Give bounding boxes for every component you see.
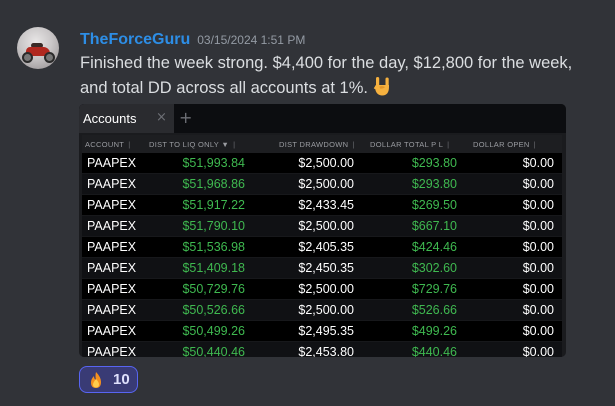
dollar-total-pl-cell: $440.46 bbox=[362, 341, 465, 357]
dist-to-liq-cell: $51,536.98 bbox=[146, 236, 253, 258]
column-header-account[interactable]: ACCOUNT | bbox=[82, 135, 146, 153]
message-content: Finished the week strong. $4,400 for the… bbox=[80, 51, 600, 104]
dist-drawdown-cell: $2,433.45 bbox=[253, 194, 362, 216]
column-header-dollar-open[interactable]: DOLLAR OPEN | bbox=[465, 135, 562, 153]
dollar-total-pl-cell: $293.80 bbox=[362, 153, 465, 174]
table-row[interactable]: PAAPEX $51,536.98 $2,405.35 $424.46 $0.00 bbox=[82, 236, 562, 258]
table-row[interactable]: PAAPEX $51,409.18 $2,450.35 $302.60 $0.00 bbox=[82, 257, 562, 279]
dist-drawdown-cell: $2,405.35 bbox=[253, 236, 362, 258]
table-row[interactable]: PAAPEX $50,440.46 $2,453.80 $440.46 $0.00 bbox=[82, 341, 562, 357]
dollar-open-cell: $0.00 bbox=[465, 341, 562, 357]
dollar-open-cell: $0.00 bbox=[465, 278, 562, 300]
dollar-total-pl-cell: $302.60 bbox=[362, 257, 465, 279]
dist-drawdown-cell: $2,500.00 bbox=[253, 299, 362, 321]
dist-to-liq-cell: $50,499.26 bbox=[146, 320, 253, 342]
table-row[interactable]: PAAPEX $50,499.26 $2,495.35 $499.26 $0.00 bbox=[82, 320, 562, 342]
dollar-open-cell: $0.00 bbox=[465, 153, 562, 174]
dist-drawdown-cell: $2,453.80 bbox=[253, 341, 362, 357]
fire-reaction-button[interactable]: 10 bbox=[79, 366, 138, 393]
dollar-open-cell: $0.00 bbox=[465, 236, 562, 258]
message-text: Finished the week strong. $4,400 for the… bbox=[80, 54, 573, 97]
account-cell: PAAPEX bbox=[82, 153, 146, 174]
accounts-panel: Accounts × + ACCOUNT | DIST TO LIQ ONLY ▼… bbox=[79, 104, 566, 357]
account-cell: PAAPEX bbox=[82, 299, 146, 321]
reaction-count: 10 bbox=[113, 371, 130, 388]
account-cell: PAAPEX bbox=[82, 278, 146, 300]
dist-to-liq-cell: $51,993.84 bbox=[146, 153, 253, 174]
accounts-table: ACCOUNT | DIST TO LIQ ONLY ▼ | DIST DRAWDO… bbox=[82, 135, 562, 357]
close-icon[interactable]: × bbox=[156, 110, 167, 125]
dist-to-liq-cell: $50,729.76 bbox=[146, 278, 253, 300]
dollar-open-cell: $0.00 bbox=[465, 320, 562, 342]
dist-to-liq-cell: $51,917.22 bbox=[146, 194, 253, 216]
tab-label: Accounts bbox=[83, 111, 137, 126]
table-row[interactable]: PAAPEX $51,917.22 $2,433.45 $269.50 $0.00 bbox=[82, 194, 562, 216]
account-cell: PAAPEX bbox=[82, 173, 146, 195]
dollar-total-pl-cell: $526.66 bbox=[362, 299, 465, 321]
column-header-dollar-total-pl[interactable]: DOLLAR TOTAL P L | bbox=[362, 135, 465, 153]
dollar-total-pl-cell: $269.50 bbox=[362, 194, 465, 216]
dollar-open-cell: $0.00 bbox=[465, 215, 562, 237]
account-cell: PAAPEX bbox=[82, 341, 146, 357]
dist-to-liq-cell: $51,968.86 bbox=[146, 173, 253, 195]
dollar-total-pl-cell: $293.80 bbox=[362, 173, 465, 195]
table-row[interactable]: PAAPEX $51,993.84 $2,500.00 $293.80 $0.00 bbox=[82, 153, 562, 174]
timestamp[interactable]: 03/15/2024 1:51 PM bbox=[197, 33, 305, 47]
dollar-total-pl-cell: $424.46 bbox=[362, 236, 465, 258]
table-row[interactable]: PAAPEX $51,968.86 $2,500.00 $293.80 $0.00 bbox=[82, 173, 562, 195]
column-header-dist-to-liq[interactable]: DIST TO LIQ ONLY ▼ | bbox=[146, 135, 253, 153]
table-row[interactable]: PAAPEX $50,729.76 $2,500.00 $729.76 $0.00 bbox=[82, 278, 562, 300]
dist-drawdown-cell: $2,500.00 bbox=[253, 153, 362, 174]
table-header-row: ACCOUNT | DIST TO LIQ ONLY ▼ | DIST DRAWDO… bbox=[82, 135, 562, 153]
dist-drawdown-cell: $2,500.00 bbox=[253, 278, 362, 300]
fire-icon bbox=[86, 371, 106, 393]
sign-of-the-horns-icon bbox=[371, 75, 393, 104]
dollar-open-cell: $0.00 bbox=[465, 299, 562, 321]
dist-to-liq-cell: $51,790.10 bbox=[146, 215, 253, 237]
username[interactable]: TheForceGuru bbox=[80, 31, 190, 48]
account-cell: PAAPEX bbox=[82, 320, 146, 342]
dist-drawdown-cell: $2,450.35 bbox=[253, 257, 362, 279]
add-tab-icon[interactable]: + bbox=[179, 108, 192, 127]
dist-drawdown-cell: $2,500.00 bbox=[253, 215, 362, 237]
avatar[interactable] bbox=[17, 27, 59, 69]
table-row[interactable]: PAAPEX $50,526.66 $2,500.00 $526.66 $0.00 bbox=[82, 299, 562, 321]
message-header: TheForceGuru 03/15/2024 1:51 PM bbox=[80, 29, 305, 49]
account-cell: PAAPEX bbox=[82, 236, 146, 258]
dist-to-liq-cell: $51,409.18 bbox=[146, 257, 253, 279]
dollar-total-pl-cell: $499.26 bbox=[362, 320, 465, 342]
account-cell: PAAPEX bbox=[82, 215, 146, 237]
dist-drawdown-cell: $2,495.35 bbox=[253, 320, 362, 342]
account-cell: PAAPEX bbox=[82, 257, 146, 279]
dollar-open-cell: $0.00 bbox=[465, 257, 562, 279]
account-cell: PAAPEX bbox=[82, 194, 146, 216]
dollar-open-cell: $0.00 bbox=[465, 173, 562, 195]
tab-accounts[interactable]: Accounts × bbox=[79, 104, 174, 133]
table-row[interactable]: PAAPEX $51,790.10 $2,500.00 $667.10 $0.00 bbox=[82, 215, 562, 237]
dollar-total-pl-cell: $667.10 bbox=[362, 215, 465, 237]
dist-drawdown-cell: $2,500.00 bbox=[253, 173, 362, 195]
dollar-total-pl-cell: $729.76 bbox=[362, 278, 465, 300]
dollar-open-cell: $0.00 bbox=[465, 194, 562, 216]
column-header-dist-drawdown[interactable]: DIST DRAWDOWN | bbox=[253, 135, 362, 153]
dist-to-liq-cell: $50,440.46 bbox=[146, 341, 253, 357]
tab-bar: Accounts × + bbox=[79, 104, 566, 133]
dist-to-liq-cell: $50,526.66 bbox=[146, 299, 253, 321]
